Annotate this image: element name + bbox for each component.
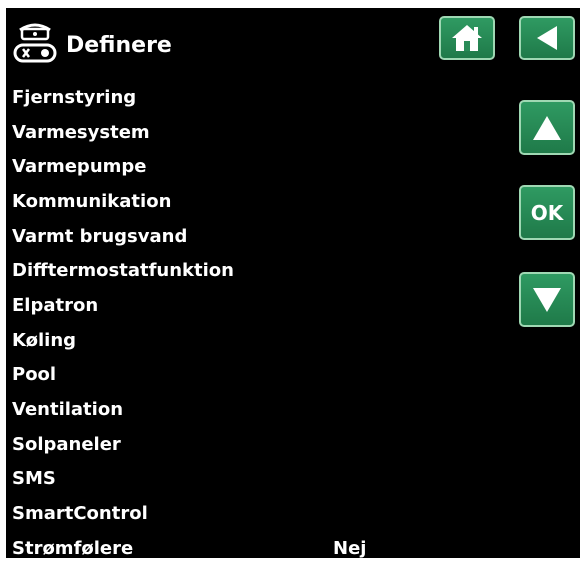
menu-item-label: Varmepumpe [12,156,147,178]
menu-item-label: Elpatron [12,294,99,316]
menu-item-varmt-brugsvand[interactable]: Varmt brugsvand [12,219,432,254]
title-bar: Definere [12,18,172,72]
menu-item-label: Kommunikation [12,190,172,212]
menu-item-difftermostatfunktion[interactable]: Difftermostatfunktion [12,253,432,288]
menu-item-solpaneler[interactable]: Solpaneler [12,427,432,462]
menu-item-pool[interactable]: Pool [12,358,432,393]
menu-item-smartcontrol[interactable]: SmartControl [12,496,432,531]
menu-item-elpatron[interactable]: Elpatron [12,288,432,323]
menu-item-label: Ventilation [12,399,124,421]
menu-item-stromfolere[interactable]: Strømfølere Nej [12,531,432,566]
back-button[interactable] [519,16,575,60]
screen: Definere Fjernstyring Varmesystem Varmep… [6,8,580,559]
menu-item-ventilation[interactable]: Ventilation [12,392,432,427]
down-button[interactable] [519,272,575,327]
menu-item-sms[interactable]: SMS [12,462,432,497]
arrow-down-icon [530,285,564,315]
menu-item-varmepumpe[interactable]: Varmepumpe [12,149,432,184]
menu-item-fjernstyring[interactable]: Fjernstyring [12,80,432,115]
menu-item-label: Pool [12,364,57,386]
back-arrow-icon [532,23,562,53]
menu-item-koling[interactable]: Køling [12,323,432,358]
arrow-up-icon [530,113,564,143]
ok-label: OK [530,200,564,225]
remote-control-icon [12,21,58,69]
menu-item-value: Nej [333,537,367,559]
menu-item-label: Difftermostatfunktion [12,260,234,282]
ok-button[interactable]: OK [519,185,575,240]
home-icon [450,22,484,54]
home-button[interactable] [439,16,495,60]
page-title: Definere [66,32,172,58]
up-button[interactable] [519,100,575,155]
menu-item-label: Strømfølere [12,537,134,559]
menu-item-varmesystem[interactable]: Varmesystem [12,115,432,150]
menu-item-label: Køling [12,329,77,351]
menu-item-kommunikation[interactable]: Kommunikation [12,184,432,219]
menu-item-label: SmartControl [12,503,148,525]
menu-item-label: SMS [12,468,56,490]
menu-list: Fjernstyring Varmesystem Varmepumpe Komm… [12,80,432,566]
menu-item-label: Varmt brugsvand [12,225,188,247]
menu-item-label: Varmesystem [12,121,150,143]
menu-item-label: Fjernstyring [12,86,137,108]
menu-item-label: Solpaneler [12,433,121,455]
